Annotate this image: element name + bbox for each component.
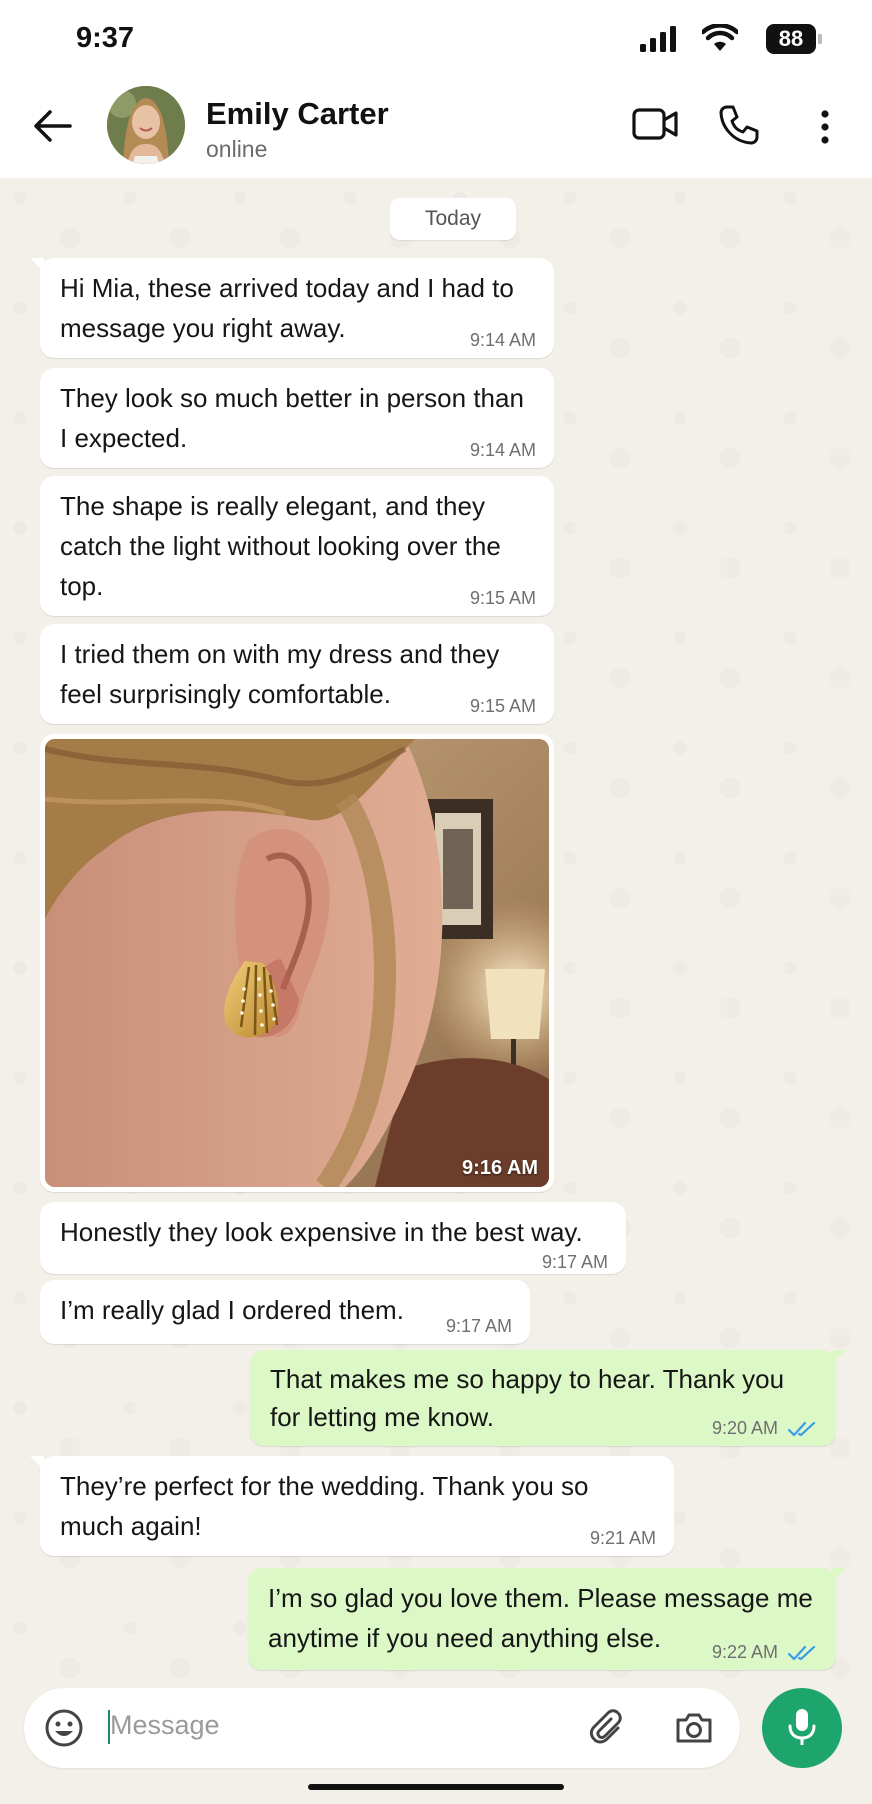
photo-message[interactable]: 9:16 AM — [40, 734, 554, 1192]
message-text: Honestly they look expensive in the best… — [60, 1217, 583, 1247]
cellular-signal-icon — [640, 26, 676, 52]
battery-indicator: 88 — [766, 24, 822, 54]
message-time: 9:15 AM — [469, 696, 536, 716]
message-incoming[interactable]: I’m really glad I ordered them. 9:17 AM — [40, 1280, 530, 1344]
message-incoming[interactable]: Honestly they look expensive in the best… — [40, 1202, 626, 1274]
double-check-icon — [788, 1645, 816, 1661]
message-placeholder: Message — [110, 1710, 220, 1740]
message-outgoing[interactable]: That makes me so happy to hear. Thank yo… — [250, 1350, 846, 1446]
more-vertical-icon[interactable] — [814, 108, 836, 148]
message-text: The shape is really elegant, and they ca… — [60, 491, 501, 601]
status-time: 9:37 — [76, 22, 135, 54]
photo-time: 9:16 AM — [462, 1157, 538, 1179]
message-time: 9:14 AM — [469, 440, 536, 460]
message-time: 9:14 AM — [469, 330, 536, 350]
message-time: 9:22 AM — [711, 1642, 778, 1662]
message-time: 9:17 AM — [541, 1252, 608, 1272]
wifi-icon — [702, 24, 738, 51]
emoji-icon[interactable] — [44, 1708, 84, 1748]
message-time: 9:15 AM — [469, 588, 536, 608]
message-text: I’m really glad I ordered them. — [60, 1295, 404, 1325]
message-incoming[interactable]: Hi Mia, these arrived today and I had to… — [30, 258, 554, 358]
message-time: 9:21 AM — [589, 1528, 656, 1548]
message-incoming[interactable]: The shape is really elegant, and they ca… — [40, 476, 554, 616]
composer-bar: Message — [0, 1688, 872, 1804]
message-incoming[interactable]: They look so much better in person than … — [40, 368, 554, 468]
status-bar: 9:37 88 — [0, 0, 872, 80]
home-indicator[interactable] — [308, 1784, 564, 1790]
chat-header: Emily Carter online — [0, 80, 872, 179]
arrow-left-icon[interactable] — [30, 104, 74, 148]
camera-icon[interactable] — [674, 1708, 714, 1748]
video-call-icon[interactable] — [632, 104, 678, 144]
microphone-button[interactable] — [762, 1688, 842, 1768]
double-check-icon — [788, 1421, 816, 1437]
date-divider: Today — [390, 198, 516, 240]
message-text: They’re perfect for the wedding. Thank y… — [60, 1471, 589, 1541]
message-text: I tried them on with my dress and they f… — [60, 639, 500, 709]
presence-status: online — [206, 136, 268, 162]
earring-photo — [45, 739, 549, 1187]
message-incoming[interactable]: I tried them on with my dress and they f… — [40, 624, 554, 724]
avatar-photo — [107, 86, 185, 164]
message-text: They look so much better in person than … — [60, 383, 524, 453]
paperclip-icon[interactable] — [588, 1708, 628, 1748]
avatar[interactable] — [107, 86, 185, 164]
message-time: 9:17 AM — [445, 1316, 512, 1336]
message-list[interactable]: Today Hi Mia, these arrived today and I … — [0, 178, 872, 1688]
contact-name[interactable]: Emily Carter — [206, 96, 389, 132]
message-text: Hi Mia, these arrived today and I had to… — [60, 273, 514, 343]
message-incoming[interactable]: They’re perfect for the wedding. Thank y… — [30, 1456, 674, 1556]
message-time: 9:20 AM — [711, 1418, 778, 1438]
message-outgoing[interactable]: I’m so glad you love them. Please messag… — [248, 1568, 846, 1670]
microphone-icon — [788, 1709, 816, 1745]
phone-icon[interactable] — [718, 104, 760, 146]
message-input[interactable]: Message — [24, 1688, 740, 1768]
